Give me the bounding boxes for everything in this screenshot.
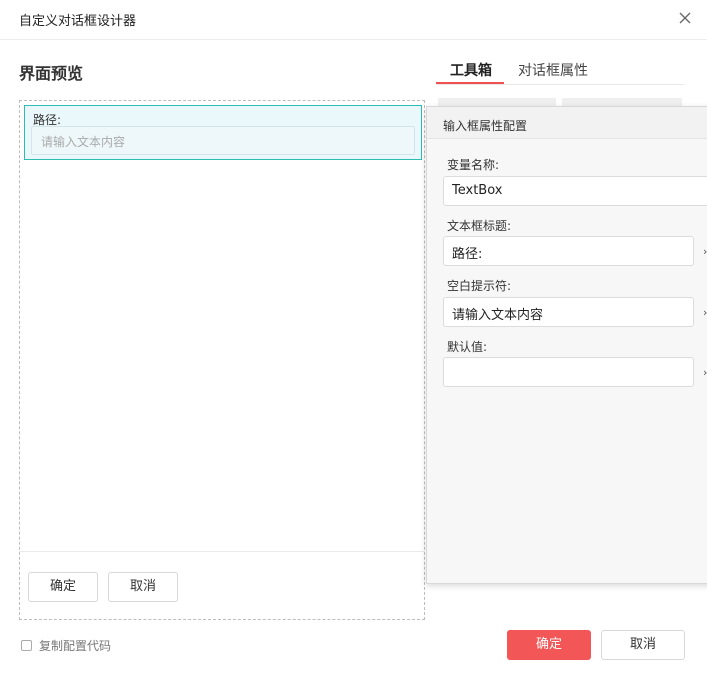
toolbox-item[interactable] [562, 98, 682, 106]
tab-toolbox[interactable]: 工具箱 [450, 60, 492, 80]
preview-textbox-field[interactable]: 路径: 请输入文本内容 [24, 105, 422, 160]
title-label: 文本框标题: [447, 219, 512, 233]
default-value-input[interactable] [443, 357, 694, 387]
preview-section-title: 界面预览 [19, 64, 84, 83]
checkbox-icon[interactable] [21, 640, 32, 651]
placeholder-label: 空白提示符: [447, 279, 512, 293]
title-input[interactable]: 路径: [443, 236, 694, 266]
dialog-titlebar: 自定义对话框设计器 [0, 0, 707, 40]
preview-field-input[interactable]: 请输入文本内容 [31, 126, 415, 155]
properties-header-title: 输入框属性配置 [443, 119, 528, 133]
default-value-label: 默认值: [447, 340, 488, 354]
confirm-button[interactable]: 确定 [507, 630, 591, 660]
properties-header: 输入框属性配置 [427, 107, 707, 139]
chevron-right-icon: › [703, 366, 707, 379]
cancel-button[interactable]: 取消 [601, 630, 685, 660]
textbox-properties-panel: 输入框属性配置 变量名称: TextBox 文本框标题: 路径: › 空白提示符… [426, 106, 707, 584]
preview-divider [20, 551, 424, 552]
tab-dialog-properties[interactable]: 对话框属性 [518, 60, 588, 80]
dialog-title: 自定义对话框设计器 [19, 14, 137, 29]
active-tab-indicator [436, 82, 504, 84]
preview-cancel-button[interactable]: 取消 [108, 572, 178, 602]
chevron-right-icon: › [703, 306, 707, 319]
copy-config-label: 复制配置代码 [39, 639, 112, 653]
toolbox-item[interactable] [438, 98, 556, 106]
close-icon[interactable] [676, 9, 694, 27]
right-tabs: 工具箱 对话框属性 [436, 52, 684, 85]
preview-ok-button[interactable]: 确定 [28, 572, 98, 602]
preview-canvas: 路径: 请输入文本内容 确定 取消 [19, 100, 425, 620]
variable-name-label: 变量名称: [447, 158, 500, 172]
variable-name-input[interactable]: TextBox [443, 176, 707, 206]
placeholder-input[interactable]: 请输入文本内容 [443, 297, 694, 327]
chevron-right-icon: › [703, 245, 707, 258]
